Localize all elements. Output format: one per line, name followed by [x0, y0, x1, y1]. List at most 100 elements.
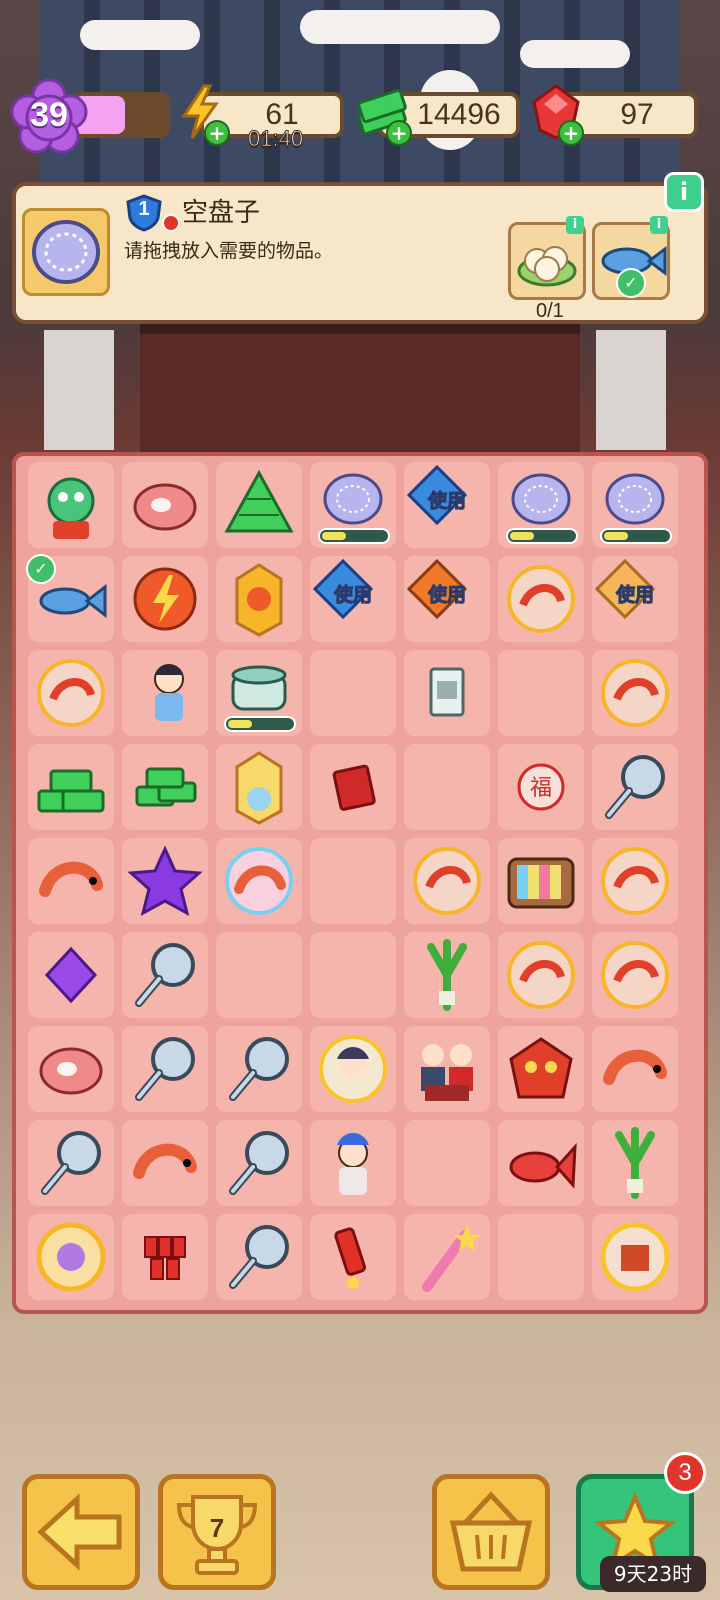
board-cell[interactable] — [28, 1214, 114, 1300]
nian-lantern-icon — [235, 751, 283, 825]
board-cell[interactable] — [216, 1120, 302, 1206]
board-cell[interactable] — [310, 1120, 396, 1206]
board-cell[interactable]: 福 — [498, 744, 584, 830]
board-cell[interactable] — [498, 556, 584, 642]
board-cell[interactable] — [498, 932, 584, 1018]
item-description: 请拖拽放入需要的物品。 — [124, 240, 334, 262]
board-cell[interactable] — [28, 1026, 114, 1112]
board-cell[interactable] — [592, 462, 678, 548]
board-cell[interactable] — [310, 1026, 396, 1112]
red-fish-icon — [509, 1142, 577, 1189]
gold-bubble-icon — [36, 1222, 106, 1292]
event-timer: 9天23时 — [600, 1556, 706, 1592]
level-badge[interactable]: 39 — [10, 78, 88, 156]
board-cell[interactable] — [28, 650, 114, 736]
add-cash-button[interactable]: + — [386, 120, 412, 146]
board-cell[interactable]: 使用 — [592, 556, 678, 642]
info-button[interactable]: i — [664, 172, 704, 212]
board-cell[interactable] — [592, 650, 678, 736]
board-cell[interactable] — [122, 462, 208, 548]
board-cell[interactable] — [592, 1026, 678, 1112]
fish-info-button[interactable]: i — [650, 216, 668, 234]
dumplings-info-button[interactable]: i — [566, 216, 584, 234]
board-cell[interactable]: 使用 — [404, 556, 490, 642]
board-cell[interactable] — [592, 932, 678, 1018]
frying-pan-icon — [229, 1225, 289, 1289]
add-energy-button[interactable]: + — [204, 120, 230, 146]
board-cell[interactable] — [404, 650, 490, 736]
purple-star-icon — [127, 845, 203, 916]
board-cell[interactable] — [498, 462, 584, 548]
board-cell[interactable] — [404, 838, 490, 924]
board-cell[interactable] — [216, 556, 302, 642]
board-cell[interactable] — [310, 744, 396, 830]
board-cell[interactable] — [404, 744, 490, 830]
board-cell[interactable] — [216, 1026, 302, 1112]
board-cell[interactable] — [404, 1120, 490, 1206]
board-cell[interactable] — [498, 1026, 584, 1112]
board-cell[interactable] — [216, 462, 302, 548]
board-cell[interactable] — [28, 462, 114, 548]
rocket-icon — [334, 1227, 367, 1289]
lion-dance-icon — [47, 477, 95, 539]
board-cell[interactable] — [592, 838, 678, 924]
board-cell[interactable] — [216, 744, 302, 830]
temple-gate — [140, 320, 580, 464]
board-cell[interactable] — [122, 1214, 208, 1300]
board-cell[interactable] — [404, 1026, 490, 1112]
frying-pan-icon — [135, 943, 195, 1007]
shrimp-icon — [133, 1143, 197, 1179]
board-cell[interactable] — [310, 1214, 396, 1300]
board-cell[interactable] — [122, 1026, 208, 1112]
cash-stack-icon — [37, 769, 105, 813]
board-cell[interactable]: 使用 — [310, 556, 396, 642]
board-cell[interactable] — [498, 1214, 584, 1300]
board-cell[interactable] — [28, 1120, 114, 1206]
frying-pan-icon — [229, 1037, 289, 1101]
shrimp-bubble-icon — [601, 847, 669, 915]
board-cell[interactable] — [310, 462, 396, 548]
board-cell[interactable] — [216, 1214, 302, 1300]
shrimp-bubble-icon — [413, 847, 481, 915]
board-cell[interactable]: ✓ — [26, 554, 114, 642]
energy-orb-icon — [133, 567, 197, 631]
board-cell[interactable] — [122, 1120, 208, 1206]
shrimp-rainbow-icon — [225, 847, 293, 915]
shrimp-bubble-icon — [507, 941, 575, 1009]
player-level: 39 — [30, 96, 68, 134]
board-cell[interactable] — [404, 1214, 490, 1300]
basket-button[interactable] — [432, 1474, 550, 1590]
board-cell[interactable] — [404, 932, 490, 1018]
use-label: 使用 — [427, 584, 466, 607]
board-cell[interactable] — [122, 932, 208, 1018]
board-cell[interactable] — [122, 556, 208, 642]
board-cell[interactable] — [28, 838, 114, 924]
board-cell[interactable] — [498, 1120, 584, 1206]
board-cell[interactable] — [122, 744, 208, 830]
trophy-button[interactable]: 7 — [158, 1474, 276, 1590]
board-cell[interactable] — [216, 650, 302, 736]
board-cell[interactable] — [592, 744, 678, 830]
board-cell[interactable] — [310, 838, 396, 924]
board-cell[interactable] — [498, 650, 584, 736]
board-cell[interactable] — [28, 744, 114, 830]
board-cell[interactable] — [498, 838, 584, 924]
pillar — [596, 330, 666, 450]
tv-icon — [507, 857, 575, 909]
board-cell[interactable] — [310, 650, 396, 736]
frying-pan-icon — [605, 755, 665, 819]
add-gems-button[interactable]: + — [558, 120, 584, 146]
board-cell[interactable] — [216, 838, 302, 924]
merge-board: 使用 ✓ 使用 使用 使用福 — [12, 452, 708, 1314]
board-cell[interactable]: 使用 — [404, 462, 490, 548]
board-cell[interactable] — [122, 650, 208, 736]
board-cell[interactable] — [28, 932, 114, 1018]
board-cell[interactable] — [592, 1120, 678, 1206]
board-cell[interactable] — [216, 932, 302, 1018]
board-cell[interactable] — [592, 1214, 678, 1300]
back-button[interactable] — [22, 1474, 140, 1590]
basket-icon — [449, 1491, 533, 1572]
board-cell[interactable] — [310, 932, 396, 1018]
family-icon — [421, 1044, 473, 1101]
board-cell[interactable] — [122, 838, 208, 924]
